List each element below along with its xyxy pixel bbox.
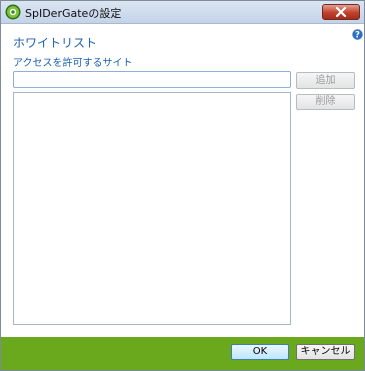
spidergate-app-icon (5, 4, 21, 20)
close-icon (335, 7, 347, 17)
site-url-input[interactable] (13, 71, 291, 88)
title-bar[interactable]: SpIDerGateの設定 (1, 1, 364, 24)
help-icon[interactable]: ? (352, 25, 363, 41)
close-button[interactable] (322, 4, 360, 20)
whitelist-listbox[interactable] (13, 92, 291, 325)
settings-dialog: SpIDerGateの設定 ? ホワイトリスト アクセスを許可するサイト 追加 … (0, 0, 365, 371)
ok-button[interactable]: OK (231, 344, 289, 360)
delete-button[interactable]: 削除 (296, 94, 355, 110)
svg-text:?: ? (355, 31, 360, 40)
window-title: SpIDerGateの設定 (25, 7, 122, 20)
allowed-sites-label: アクセスを許可するサイト (13, 58, 133, 69)
cancel-button[interactable]: キャンセル (296, 344, 355, 360)
add-button[interactable]: 追加 (296, 72, 355, 89)
section-heading: ホワイトリスト (13, 36, 98, 50)
